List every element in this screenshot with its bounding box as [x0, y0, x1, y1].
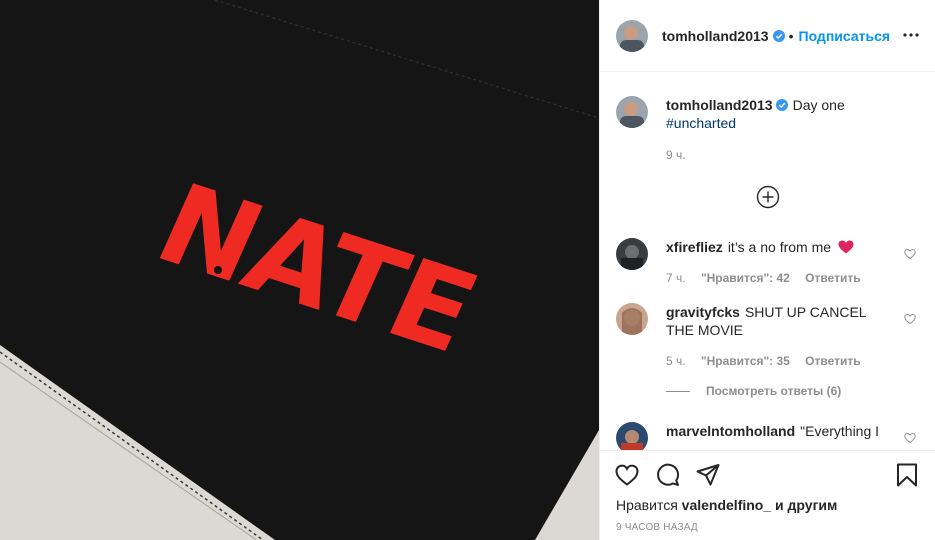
comment-item: marvelntomholland "Everything I [616, 422, 920, 450]
author-avatar[interactable] [616, 19, 648, 52]
commenter-avatar[interactable] [616, 238, 648, 270]
comment-item: gravityfcks SHUT UP CANCEL THE MOVIE 5 ч.… [616, 303, 920, 370]
paper-plane-icon[interactable] [695, 462, 721, 488]
post-actions: Нравится valendelfino_ и другим 9 часов … [600, 450, 935, 540]
liked-by-prefix: Нравится [616, 497, 678, 513]
comment-time[interactable]: 5 ч. [666, 354, 686, 368]
commenter-avatar[interactable] [616, 422, 648, 450]
post-timestamp[interactable]: 9 часов назад [616, 522, 698, 533]
follow-button[interactable]: Подписаться [799, 28, 891, 44]
comment-likes[interactable]: "Нравится": 42 [701, 271, 790, 285]
caption-username[interactable]: tomholland2013 [666, 97, 773, 113]
bookmark-icon[interactable] [894, 462, 920, 488]
comment-reply-button[interactable]: Ответить [805, 354, 860, 368]
caption-hashtag[interactable]: #uncharted [666, 114, 920, 132]
liked-by-user[interactable]: valendelfino_ [682, 497, 771, 513]
photo-canvas: NATE [0, 0, 599, 540]
view-replies-label: Посмотреть ответы (6) [706, 384, 842, 398]
liked-by: Нравится valendelfino_ и другим [616, 497, 837, 513]
plus-circle-icon[interactable] [756, 185, 780, 209]
replies-divider [666, 390, 690, 392]
comment-meta: 5 ч. "Нравится": 35 Ответить [666, 352, 894, 370]
more-dots-icon[interactable] [902, 26, 920, 44]
caption-meta: 9 ч. [666, 146, 920, 164]
commenter-avatar[interactable] [616, 303, 648, 335]
caption-time[interactable]: 9 ч. [666, 148, 686, 162]
post-photo[interactable]: NATE [0, 0, 599, 540]
caption-row: tomholland2013 Day one #uncharted 9 ч. [616, 96, 920, 164]
heart-outline-icon[interactable] [614, 462, 640, 488]
comment-like-icon[interactable] [904, 432, 916, 444]
comment-bubble-icon[interactable] [655, 462, 681, 488]
comment-reply-button[interactable]: Ответить [805, 271, 860, 285]
separator-dot: • [788, 27, 794, 44]
instagram-post: NATE tomholland2013 • Подписаться tomhol… [0, 0, 935, 540]
post-caption: tomholland2013 Day one #uncharted 9 ч. [616, 96, 920, 164]
view-replies-button[interactable]: Посмотреть ответы (6) [666, 384, 920, 398]
comment-like-icon[interactable] [904, 248, 916, 260]
caption-text: Day one [792, 97, 845, 113]
comment-item: xfirefliez it’s a no from me 7 ч. "Нравит… [616, 238, 920, 287]
verified-badge-icon [772, 29, 785, 42]
liked-by-others[interactable]: и другим [775, 497, 837, 513]
post-side-panel: tomholland2013 • Подписаться tomholland2… [599, 0, 935, 540]
comment-meta: 7 ч. "Нравится": 42 Ответить [666, 269, 894, 287]
comment-text: it’s a no from me [727, 239, 832, 255]
comment-like-icon[interactable] [904, 313, 916, 325]
comment-username[interactable]: marvelntomholland [666, 423, 795, 439]
comment-text: "Everything I [800, 423, 880, 439]
comment-username[interactable]: gravityfcks [666, 304, 740, 320]
comment-username[interactable]: xfirefliez [666, 239, 723, 255]
red-heart-emoji-icon [838, 240, 854, 254]
post-header: tomholland2013 • Подписаться [600, 0, 935, 72]
author-username[interactable]: tomholland2013 [662, 28, 769, 44]
comment-likes[interactable]: "Нравится": 35 [701, 354, 790, 368]
comment-time[interactable]: 7 ч. [666, 271, 686, 285]
comments-list[interactable]: xfirefliez it’s a no from me 7 ч. "Нравит… [616, 238, 920, 450]
caption-avatar[interactable] [616, 96, 648, 128]
verified-badge-icon [775, 99, 788, 111]
